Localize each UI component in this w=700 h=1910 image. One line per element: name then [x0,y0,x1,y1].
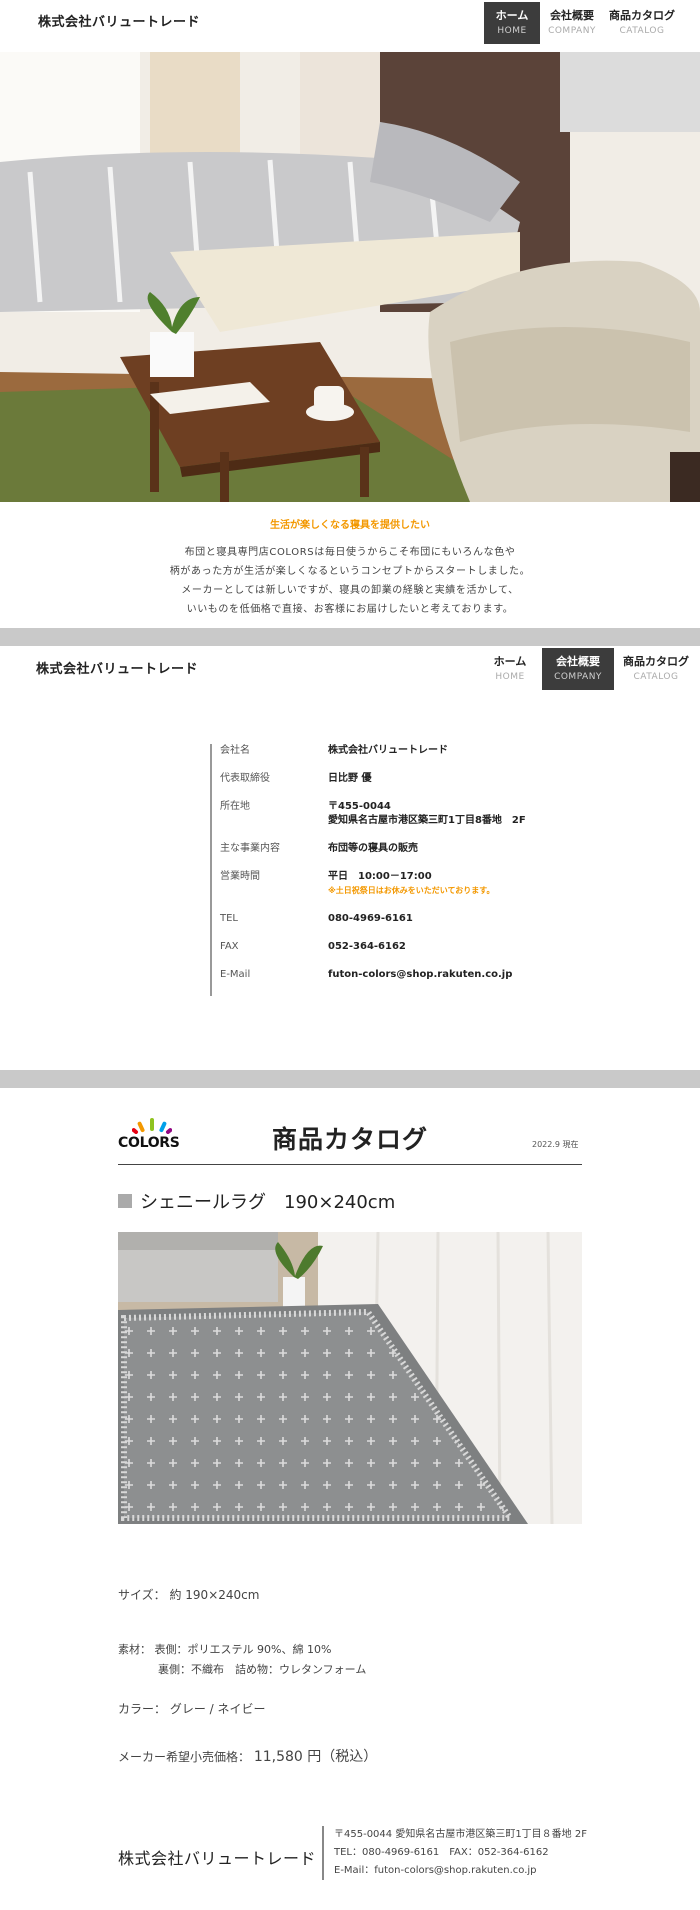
row-label: 営業時間 [220,871,260,882]
nav-catalog[interactable]: 商品カタログ CATALOG [604,2,680,44]
row-value: 株式会社バリュートレード [328,745,448,756]
nav-company-sub: COMPANY [548,26,596,36]
nav-company[interactable]: 会社概要 COMPANY [542,648,614,690]
company-row: 所在地 〒455-0044 愛知県名古屋市港区築三町1丁目8番地 2F [220,800,570,828]
nav-company-label: 会社概要 [556,655,600,668]
site-header-home: 株式会社バリュートレード ホーム HOME 会社概要 COMPANY 商品カタロ… [0,0,700,44]
company-info-table: 会社名 株式会社バリュートレード 代表取締役 日比野 優 所在地 〒455-00… [210,744,570,996]
postal-code: 〒455-0044 [328,801,391,812]
row-label: 所在地 [220,801,250,812]
row-value: 日比野 優 [328,773,372,784]
footer-address: 〒455-0044 愛知県名古屋市港区築三町1丁目８番地 2F [334,1829,587,1840]
hero-image [0,52,700,502]
nav-home-label: ホーム [493,655,527,668]
footer-email[interactable]: E-Mail：futon-colors@shop.rakuten.co.jp [334,1862,587,1880]
color-value: グレー / ネイビー [169,1702,266,1716]
nav-catalog-label: 商品カタログ [609,9,675,22]
intro-line: メーカーとしては新しいですが、寝具の卸業の経験と実績を活かして、 [181,585,519,596]
main-nav: ホーム HOME 会社概要 COMPANY 商品カタログ CATALOG [484,2,684,44]
company-row: TEL 080-4969-6161 [220,912,570,926]
company-row: FAX 052-364-6162 [220,940,570,954]
catalog-divider [118,1164,582,1165]
business-hours: 平日 10:00－17:00 [328,871,432,882]
row-label: FAX [220,941,239,952]
row-label: 会社名 [220,745,250,756]
nav-home-label: ホーム [495,9,529,22]
nav-home-sub: HOME [497,26,527,36]
site-header-company: 株式会社バリュートレード ホーム HOME 会社概要 COMPANY 商品カタロ… [0,646,700,690]
material-label: 素材： [118,1643,151,1656]
nav-home[interactable]: ホーム HOME [482,648,538,690]
material-back: 裏側：不織布 詰め物：ウレタンフォーム [158,1663,367,1676]
company-row: 主な事業内容 布団等の寝具の販売 [220,842,570,856]
catalog-title: 商品カタログ [272,1125,429,1154]
square-bullet-icon [118,1194,132,1208]
footer-tel-fax: TEL：080-4969-6161 FAX：052-364-6162 [334,1847,549,1858]
colors-logo: COLORS [118,1118,198,1152]
intro-line: 柄があった方が生活が楽しくなるというコンセプトからスタートしました。 [169,566,531,577]
brand-name[interactable]: 株式会社バリュートレード [36,658,198,677]
section-divider [0,1070,700,1088]
material-front: 表側：ポリエステル 90%、綿 10% [154,1643,332,1656]
nav-home[interactable]: ホーム HOME [484,2,540,44]
product-name: シェニールラグ 190×240cm [118,1188,395,1214]
size-value: 約 190×240cm [169,1588,260,1602]
row-label: 主な事業内容 [220,843,280,854]
product-name-text: シェニールラグ 190×240cm [140,1192,396,1213]
intro-line: いいものを低価格で直接、お客様にお届けしたいと考えております。 [186,604,514,615]
company-row: E-Mail futon-colors@shop.rakuten.co.jp [220,968,570,982]
size-label: サイズ： [118,1588,166,1602]
nav-company[interactable]: 会社概要 COMPANY [544,2,600,44]
intro-tagline: 生活が楽しくなる寝具を提供したい [270,520,430,531]
company-row: 営業時間 平日 10:00－17:00 ※土日祝祭日はお休みをいただいております… [220,870,570,898]
holiday-note: ※土日祝祭日はお休みをいただいております。 [328,886,495,895]
main-nav: ホーム HOME 会社概要 COMPANY 商品カタログ CATALOG [482,648,698,690]
nav-catalog-sub: CATALOG [619,26,665,36]
company-row: 代表取締役 日比野 優 [220,772,570,786]
spec-size: サイズ： 約 190×240cm [118,1586,259,1603]
nav-catalog-label: 商品カタログ [623,655,689,668]
row-label: 代表取締役 [220,773,270,784]
catalog-date: 2022.9 現在 [532,1140,579,1149]
intro-body: 布団と寝具専門店COLORSは毎日使うからこそ布団にもいろんな色や 柄があった方… [0,543,700,619]
spec-price: メーカー希望小売価格： 11,580 円（税込） [118,1746,377,1766]
tel-value[interactable]: 080-4969-6161 [328,912,413,926]
color-label: カラー： [118,1702,167,1716]
footer-brand: 株式会社バリュートレード [118,1849,317,1868]
fax-value: 052-364-6162 [328,941,406,952]
spec-material: 素材： 表側：ポリエステル 90%、綿 10% 裏側：不織布 詰め物：ウレタンフ… [118,1640,366,1680]
row-value: 平日 10:00－17:00 ※土日祝祭日はお休みをいただいております。 [328,870,495,898]
nav-catalog-sub: CATALOG [633,672,679,682]
price-value: 11,580 円（税込） [253,1749,378,1765]
footer-contact: 〒455-0044 愛知県名古屋市港区築三町1丁目８番地 2F TEL：080-… [322,1826,587,1880]
nav-home-sub: HOME [495,672,525,682]
company-row: 会社名 株式会社バリュートレード [220,744,570,758]
intro-section: 生活が楽しくなる寝具を提供したい 布団と寝具専門店COLORSは毎日使うからこそ… [0,512,700,619]
row-label: TEL [220,913,238,924]
nav-company-sub: COMPANY [554,672,602,682]
brand-name[interactable]: 株式会社バリュートレード [38,11,200,30]
intro-line: 布団と寝具専門店COLORSは毎日使うからこそ布団にもいろんな色や [184,547,516,558]
nav-catalog[interactable]: 商品カタログ CATALOG [618,648,694,690]
row-value: 〒455-0044 愛知県名古屋市港区築三町1丁目8番地 2F [328,800,526,828]
nav-company-label: 会社概要 [550,9,594,22]
email-link[interactable]: futon-colors@shop.rakuten.co.jp [328,968,512,982]
product-image [118,1232,582,1524]
spec-color: カラー： グレー / ネイビー [118,1700,266,1717]
row-label: E-Mail [220,969,251,980]
address: 愛知県名古屋市港区築三町1丁目8番地 2F [328,815,526,826]
logo-text: COLORS [118,1135,180,1151]
row-value: 布団等の寝具の販売 [328,843,418,854]
price-label: メーカー希望小売価格： [118,1750,251,1764]
section-divider [0,628,700,646]
logo-rays-icon [132,1118,172,1134]
